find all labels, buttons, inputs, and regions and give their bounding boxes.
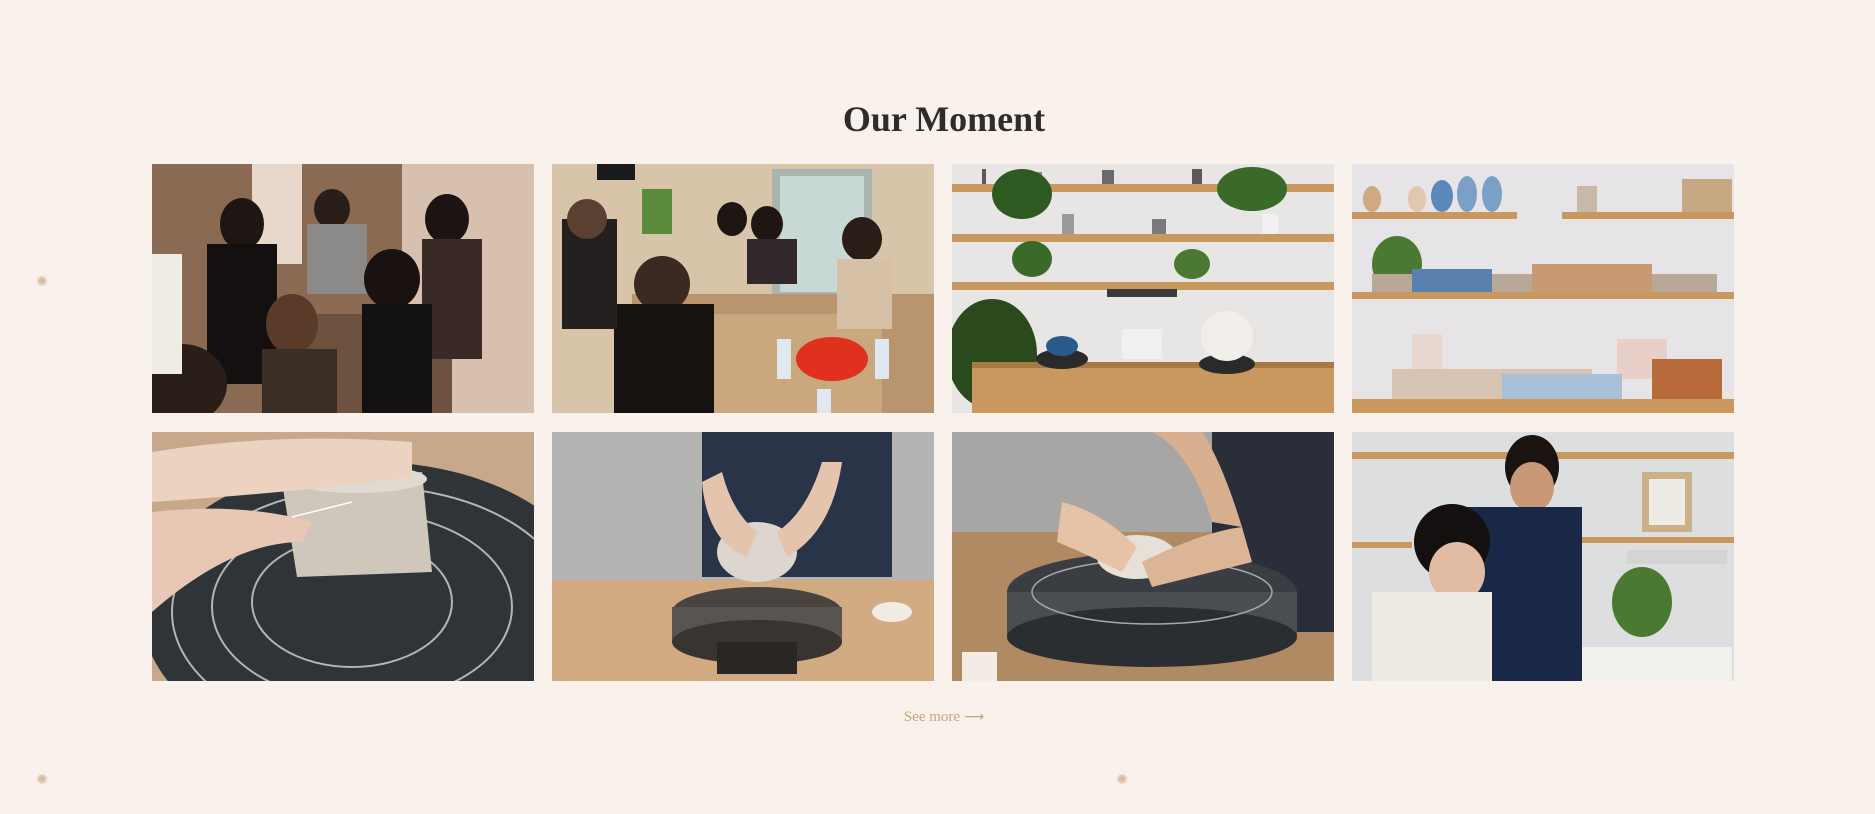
background-speck <box>36 276 48 286</box>
gallery-photo-studio-shelves[interactable] <box>952 164 1334 413</box>
couple-studio-image <box>1352 432 1734 681</box>
background-speck <box>36 774 48 784</box>
gallery-photo-hands-centering[interactable] <box>952 432 1334 681</box>
background-speck <box>1116 774 1128 784</box>
hands-bowl-image <box>552 432 934 681</box>
studio-shelves-image <box>952 164 1334 413</box>
hands-trimming-image <box>152 432 534 681</box>
ceramics-display-image <box>1352 164 1734 413</box>
see-more-label: See more <box>903 709 961 725</box>
gallery-photo-hands-trimming[interactable] <box>152 432 534 681</box>
photo-gallery <box>152 164 1735 681</box>
section-title: Our Moment <box>842 99 1046 139</box>
see-more-link[interactable]: See more ⟶ <box>0 709 1875 726</box>
gallery-photo-ceramics-display[interactable] <box>1352 164 1734 413</box>
workshop-class-image <box>552 164 934 413</box>
hands-centering-image <box>952 432 1334 681</box>
arrow-right-icon: ⟶ <box>964 709 985 725</box>
gallery-photo-couple-studio[interactable] <box>1352 432 1734 681</box>
gallery-photo-workshop-class[interactable] <box>552 164 934 413</box>
gallery-photo-hands-bowl[interactable] <box>552 432 934 681</box>
workshop-group-image <box>152 164 534 413</box>
gallery-photo-workshop-group[interactable] <box>152 164 534 413</box>
